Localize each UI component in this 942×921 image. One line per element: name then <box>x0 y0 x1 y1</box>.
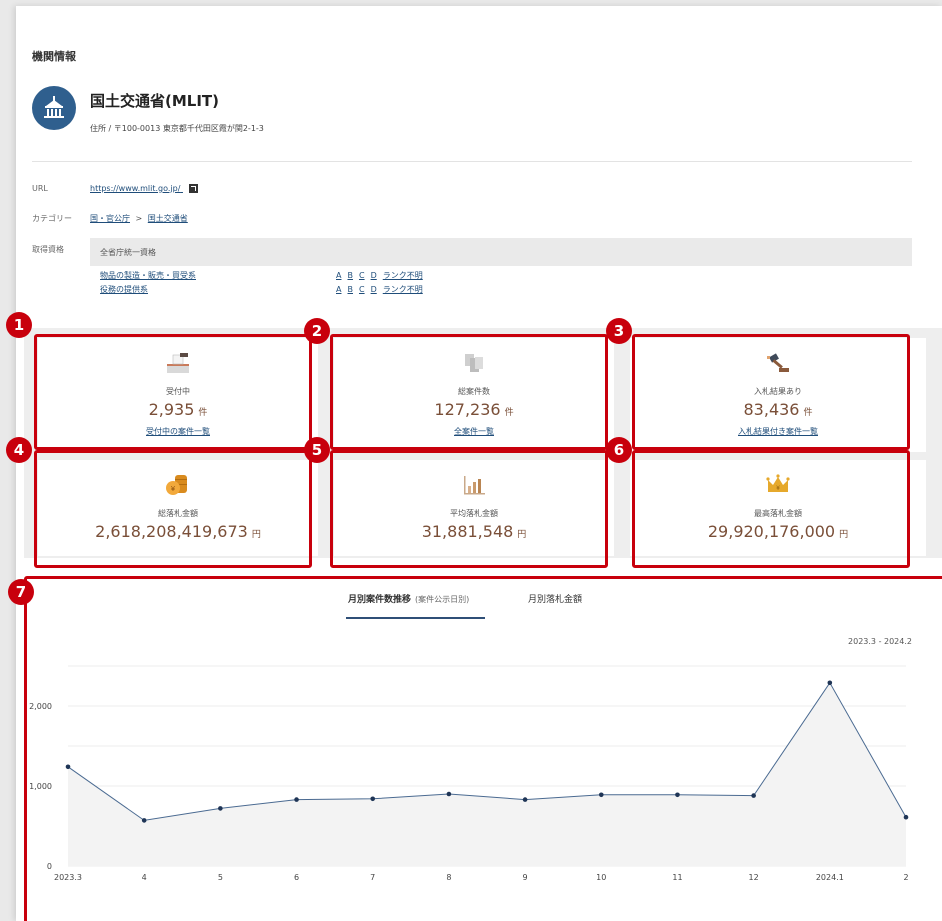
annotation-badge: 5 <box>304 437 330 463</box>
rank-d-link[interactable]: D <box>371 271 377 280</box>
highlight-box-7 <box>24 576 942 921</box>
government-building-icon <box>32 86 76 130</box>
org-url-link[interactable]: https://www.mlit.go.jp/ <box>90 184 180 193</box>
category-separator: > <box>135 214 143 223</box>
category-label: カテゴリー <box>32 214 72 223</box>
rank-b-link[interactable]: B <box>347 285 353 294</box>
url-row: https://www.mlit.go.jp/ <box>90 184 198 193</box>
highlight-box-5 <box>330 450 608 568</box>
annotation-badge: 1 <box>6 312 32 338</box>
org-name: 国土交通省(MLIT) <box>90 92 220 110</box>
rank-b-link[interactable]: B <box>347 271 353 280</box>
annotation-badge: 6 <box>606 437 632 463</box>
divider <box>32 161 912 162</box>
annotation-badge: 2 <box>304 318 330 344</box>
highlight-box-6 <box>632 450 910 568</box>
rank-c-link[interactable]: C <box>359 271 365 280</box>
rank-a-link[interactable]: A <box>336 285 341 294</box>
qualification-label: 取得資格 <box>32 245 64 254</box>
annotation-badge: 3 <box>606 318 632 344</box>
qualification-header-box: 全省庁統一資格 <box>90 238 912 266</box>
qualification-ranks: A B C D ランク不明 <box>336 270 429 281</box>
rank-a-link[interactable]: A <box>336 271 341 280</box>
category-child-link[interactable]: 国土交通省 <box>148 214 188 223</box>
section-title: 機関情報 <box>32 50 76 63</box>
org-address: 住所 / 〒100-0013 東京都千代田区霞が関2-1-3 <box>90 124 264 133</box>
annotation-badge: 4 <box>6 437 32 463</box>
rank-unknown-link[interactable]: ランク不明 <box>383 271 423 280</box>
qualification-header: 全省庁統一資格 <box>100 248 156 257</box>
highlight-box-4 <box>34 450 312 568</box>
highlight-box-2 <box>330 334 608 450</box>
highlight-box-3 <box>632 334 910 450</box>
annotation-badge: 7 <box>8 579 34 605</box>
category-parent-link[interactable]: 国・官公庁 <box>90 214 130 223</box>
qualification-name-link[interactable]: 役務の提供系 <box>100 284 148 295</box>
external-link-icon[interactable] <box>188 184 198 193</box>
url-label: URL <box>32 184 48 193</box>
category-breadcrumb: 国・官公庁 > 国土交通省 <box>90 213 188 224</box>
rank-unknown-link[interactable]: ランク不明 <box>383 285 423 294</box>
highlight-box-1 <box>34 334 312 450</box>
rank-c-link[interactable]: C <box>359 285 365 294</box>
rank-d-link[interactable]: D <box>371 285 377 294</box>
qualification-name-link[interactable]: 物品の製造・販売・買受系 <box>100 270 196 281</box>
qualification-ranks: A B C D ランク不明 <box>336 284 429 295</box>
